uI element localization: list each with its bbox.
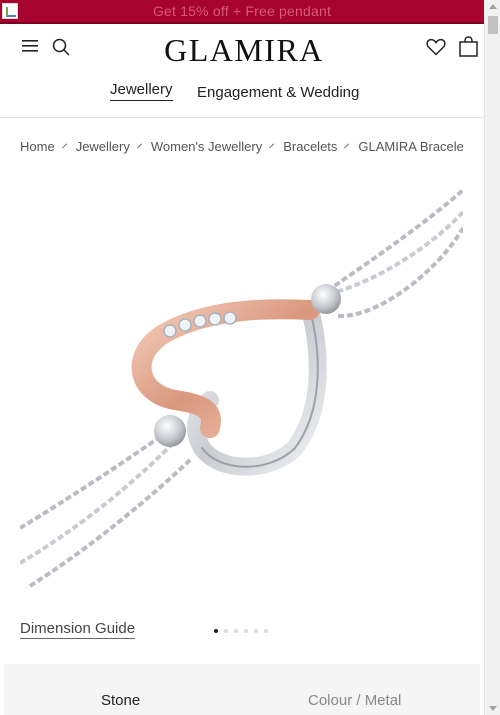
options-panel: Stone Colour / Metal [4, 664, 480, 715]
tab-engagement-wedding[interactable]: Engagement & Wedding [197, 84, 359, 101]
chevron-right-icon [344, 143, 350, 149]
gallery-dot[interactable] [264, 629, 268, 633]
breadcrumb-jewellery[interactable]: Jewellery [76, 139, 130, 154]
gallery-dot[interactable] [254, 629, 258, 633]
gallery-dot[interactable] [244, 629, 248, 633]
heart-icon[interactable] [426, 38, 446, 56]
dimension-guide-link[interactable]: Dimension Guide [20, 620, 136, 639]
scrollbar[interactable] [484, 0, 500, 715]
product-image[interactable] [20, 168, 463, 610]
gallery-pagination [214, 629, 268, 633]
shopping-bag-icon[interactable] [459, 36, 478, 57]
scroll-up-arrow-icon[interactable] [489, 4, 497, 9]
gallery-dot[interactable] [224, 629, 228, 633]
scroll-down-arrow-icon[interactable] [489, 706, 497, 711]
tab-stone[interactable]: Stone [101, 692, 140, 709]
gallery-dot[interactable] [234, 629, 238, 633]
breadcrumb-home[interactable]: Home [20, 139, 55, 154]
tab-jewellery[interactable]: Jewellery [110, 81, 173, 101]
breadcrumb-bracelets[interactable]: Bracelets [283, 139, 337, 154]
gallery-dot[interactable] [214, 629, 218, 633]
chevron-right-icon [136, 143, 142, 149]
logo[interactable]: GLAMIRA [158, 32, 330, 69]
promo-text[interactable]: Get 15% off + Free pendant [153, 3, 331, 19]
tab-colour-metal[interactable]: Colour / Metal [308, 692, 401, 709]
chevron-right-icon [269, 143, 275, 149]
breadcrumb-womens-jewellery[interactable]: Women's Jewellery [151, 139, 262, 154]
site-header: GLAMIRA Jewellery Engagement & Wedding [0, 24, 484, 118]
breadcrumb: Home Jewellery Women's Jewellery Bracele… [20, 137, 463, 155]
menu-icon[interactable] [22, 39, 38, 53]
broken-image-icon [2, 3, 18, 19]
chevron-right-icon [61, 143, 67, 149]
promo-bar[interactable]: Get 15% off + Free pendant [0, 0, 484, 24]
search-icon[interactable] [52, 38, 70, 56]
breadcrumb-current-product[interactable]: GLAMIRA Bracelet [358, 139, 463, 154]
scrollbar-thumb[interactable] [488, 16, 498, 34]
